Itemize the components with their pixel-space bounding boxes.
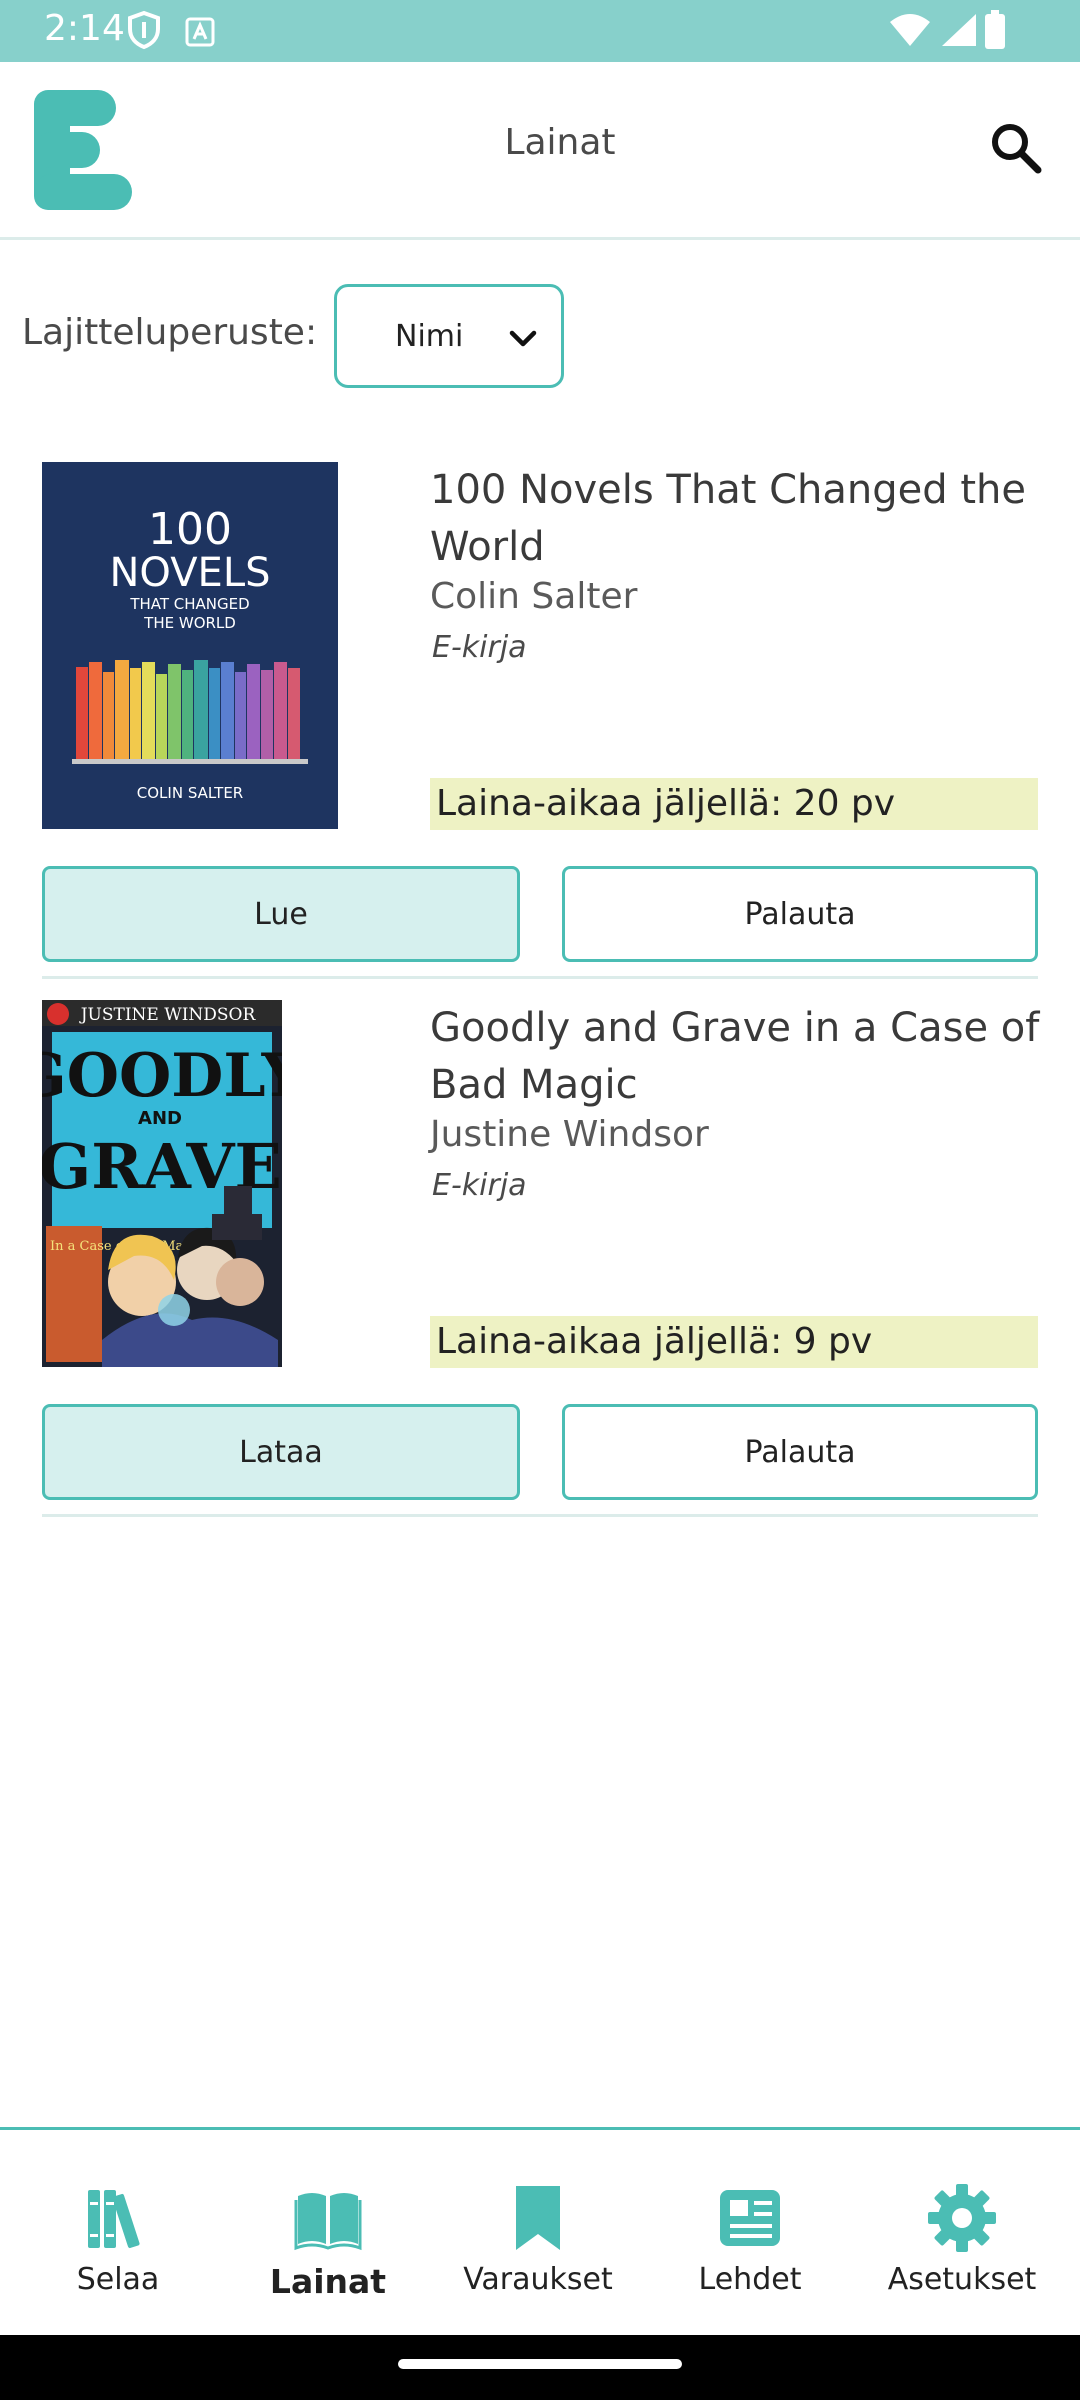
wifi-icon — [890, 14, 930, 46]
read-button[interactable]: Lue — [42, 866, 520, 962]
cover-text: AND — [138, 1108, 182, 1129]
battery-icon — [985, 10, 1005, 49]
book-title[interactable]: 100 Novels That Changed the World — [430, 462, 1040, 576]
book-format: E-kirja — [432, 1168, 527, 1203]
cover-text: NOVELS — [109, 550, 270, 596]
divider — [42, 976, 1038, 979]
nav-label: Varaukset — [463, 2262, 613, 2297]
books-icon — [88, 2190, 140, 2249]
download-button[interactable]: Lataa — [42, 1404, 520, 1500]
book-author: Justine Windsor — [430, 1114, 709, 1155]
nav-item-lainat[interactable]: Lainat — [220, 2130, 436, 2338]
cover-text: 100 — [148, 504, 232, 555]
newspaper-icon — [720, 2190, 780, 2246]
nav-label: Lehdet — [698, 2262, 802, 2297]
keyboard-icon — [185, 17, 215, 47]
cover-book-spines — [72, 660, 308, 764]
search-icon[interactable] — [984, 116, 1048, 180]
sort-selected-value: Nimi — [395, 319, 464, 354]
status-bar: 2:14 — [0, 0, 1080, 62]
book-author: Colin Salter — [430, 576, 638, 617]
return-button[interactable]: Palauta — [562, 1404, 1038, 1500]
nav-item-selaa[interactable]: Selaa — [10, 2130, 226, 2338]
nav-label: Asetukset — [887, 2262, 1037, 2297]
loan-item: JUSTINE WINDSOR GOODLY AND GRAVE In a Ca… — [0, 1000, 1080, 1520]
sort-dropdown[interactable]: Nimi — [334, 284, 564, 388]
cover-text: THE WORLD — [143, 614, 236, 632]
book-cover-image[interactable]: 100 NOVELS THAT CHANGED THE WORLD COLIN … — [42, 462, 338, 829]
page-title: Lainat — [504, 122, 616, 163]
return-button[interactable]: Palauta — [562, 866, 1038, 962]
shield-icon — [128, 10, 160, 50]
loan-time-remaining: Laina-aikaa jäljellä: 9 pv — [430, 1316, 1038, 1368]
cover-text: JUSTINE WINDSOR — [79, 1005, 257, 1025]
cover-text: THAT CHANGED — [129, 595, 249, 613]
divider — [42, 1514, 1038, 1517]
open-book-icon — [294, 2193, 362, 2251]
loan-item: 100 NOVELS THAT CHANGED THE WORLD COLIN … — [0, 462, 1080, 982]
loan-time-remaining: Laina-aikaa jäljellä: 20 pv — [430, 778, 1038, 830]
app-bar: Lainat — [0, 62, 1080, 240]
nav-item-varaukset[interactable]: Varaukset — [430, 2130, 646, 2338]
nav-item-lehdet[interactable]: Lehdet — [642, 2130, 858, 2338]
cover-text: COLIN SALTER — [137, 784, 243, 802]
book-cover-image[interactable]: JUSTINE WINDSOR GOODLY AND GRAVE In a Ca… — [42, 1000, 282, 1367]
nav-label: Selaa — [76, 2262, 160, 2297]
system-navigation-bar — [0, 2335, 1080, 2400]
nav-item-asetukset[interactable]: Asetukset — [854, 2130, 1070, 2338]
chevron-down-icon — [509, 330, 537, 347]
book-title[interactable]: Goodly and Grave in a Case of Bad Magic — [430, 1000, 1040, 1114]
cover-text: GOODLY — [42, 1041, 282, 1111]
bookmark-icon — [516, 2186, 560, 2250]
sort-label: Lajitteluperuste: — [22, 312, 318, 353]
gear-icon — [928, 2184, 996, 2252]
signal-icon — [942, 14, 976, 46]
home-gesture-handle[interactable] — [398, 2359, 682, 2369]
book-format: E-kirja — [432, 630, 527, 665]
nav-label: Lainat — [269, 2262, 387, 2301]
status-time: 2:14 — [44, 8, 125, 49]
bottom-navigation: Selaa Lainat Varaukset Lehdet Asetukset — [0, 2127, 1080, 2335]
